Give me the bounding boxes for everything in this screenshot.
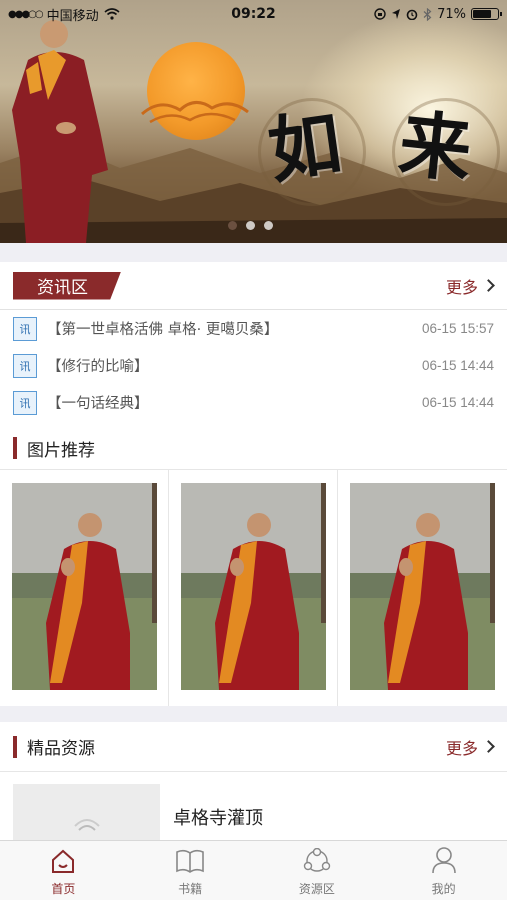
tab-label: 书籍 — [178, 882, 203, 896]
resources-more-link[interactable]: 更多 — [445, 735, 495, 759]
signal-icon: ●●●○○ — [8, 8, 44, 20]
tab-bar: 首页 书籍 资源区 我的 — [0, 840, 507, 900]
chevron-right-icon — [482, 740, 495, 753]
tab-label: 资源区 — [298, 882, 335, 896]
resources-header: 精品资源 更多 — [0, 722, 507, 772]
pictures-title: 图片推荐 — [13, 436, 95, 461]
tab-label: 首页 — [51, 882, 76, 896]
picture-card[interactable] — [338, 470, 507, 706]
news-section: 资讯区 更多 讯 【第一世卓格活佛 卓格· 更噶贝桑】 06-15 15:57 … — [0, 262, 507, 429]
news-icon: 讯 — [13, 390, 37, 415]
banner-pager — [228, 221, 273, 230]
resources-section: 精品资源 更多 卓格寺灌顶 — [0, 722, 507, 852]
news-more-link[interactable]: 更多 — [445, 274, 495, 298]
banner-calligraphy: 来 — [395, 100, 476, 193]
user-icon — [431, 847, 456, 874]
monk-portrait — [12, 20, 108, 243]
picture-card[interactable] — [169, 470, 338, 706]
chevron-right-icon — [482, 279, 495, 292]
battery-icon — [471, 8, 502, 20]
news-title: 【第一世卓格活佛 卓格· 更噶贝桑】 — [47, 322, 279, 338]
news-icon: 讯 — [13, 353, 37, 378]
banner-calligraphy: 如 — [263, 99, 347, 194]
news-item[interactable]: 讯 【修行的比喻】 06-15 14:44 — [0, 347, 507, 384]
wifi-icon — [104, 8, 120, 20]
resource-title: 卓格寺灌顶 — [173, 808, 263, 829]
tab-home[interactable]: 首页 — [0, 841, 127, 900]
more-label: 更多 — [445, 277, 478, 297]
resources-title: 精品资源 — [13, 734, 95, 759]
monk-photo — [350, 483, 495, 690]
monk-photo — [181, 483, 326, 690]
pager-dot[interactable] — [246, 221, 255, 230]
bluetooth-icon — [423, 7, 432, 21]
banner-carousel[interactable]: 如 来 — [0, 0, 507, 243]
pager-dot[interactable] — [264, 221, 273, 230]
pictures-section: 图片推荐 — [0, 429, 507, 706]
pager-dot[interactable] — [228, 221, 237, 230]
news-time: 06-15 14:44 — [421, 358, 494, 373]
alarm-icon — [406, 9, 418, 20]
news-header: 资讯区 更多 — [0, 262, 507, 310]
home-icon — [52, 849, 75, 873]
status-time: 09:22 — [231, 6, 276, 22]
pictures-row — [0, 469, 507, 706]
pictures-header: 图片推荐 — [0, 429, 507, 467]
status-bar: ●●●○○ 中国移动 09:22 71% — [0, 0, 507, 28]
orientation-lock-icon — [374, 8, 386, 20]
tab-mine[interactable]: 我的 — [380, 841, 507, 900]
resource-icon — [303, 848, 331, 872]
carrier-label: 中国移动 — [46, 8, 99, 24]
news-item[interactable]: 讯 【第一世卓格活佛 卓格· 更噶贝桑】 06-15 15:57 — [0, 310, 507, 347]
location-icon — [392, 9, 401, 19]
news-time: 06-15 15:57 — [421, 321, 494, 336]
news-time: 06-15 14:44 — [421, 395, 494, 410]
news-item[interactable]: 讯 【一句话经典】 06-15 14:44 — [0, 384, 507, 421]
picture-card[interactable] — [0, 470, 169, 706]
battery-percent: 71% — [437, 6, 466, 22]
news-title: 【一句话经典】 — [47, 396, 149, 412]
tab-resources[interactable]: 资源区 — [254, 841, 381, 900]
more-label: 更多 — [445, 738, 478, 758]
news-tag: 资讯区 — [13, 271, 121, 300]
tab-label: 我的 — [431, 882, 456, 896]
news-icon: 讯 — [13, 316, 37, 341]
news-title: 【修行的比喻】 — [47, 359, 149, 375]
book-icon — [176, 849, 204, 873]
tab-books[interactable]: 书籍 — [127, 841, 254, 900]
monk-photo — [12, 483, 157, 690]
